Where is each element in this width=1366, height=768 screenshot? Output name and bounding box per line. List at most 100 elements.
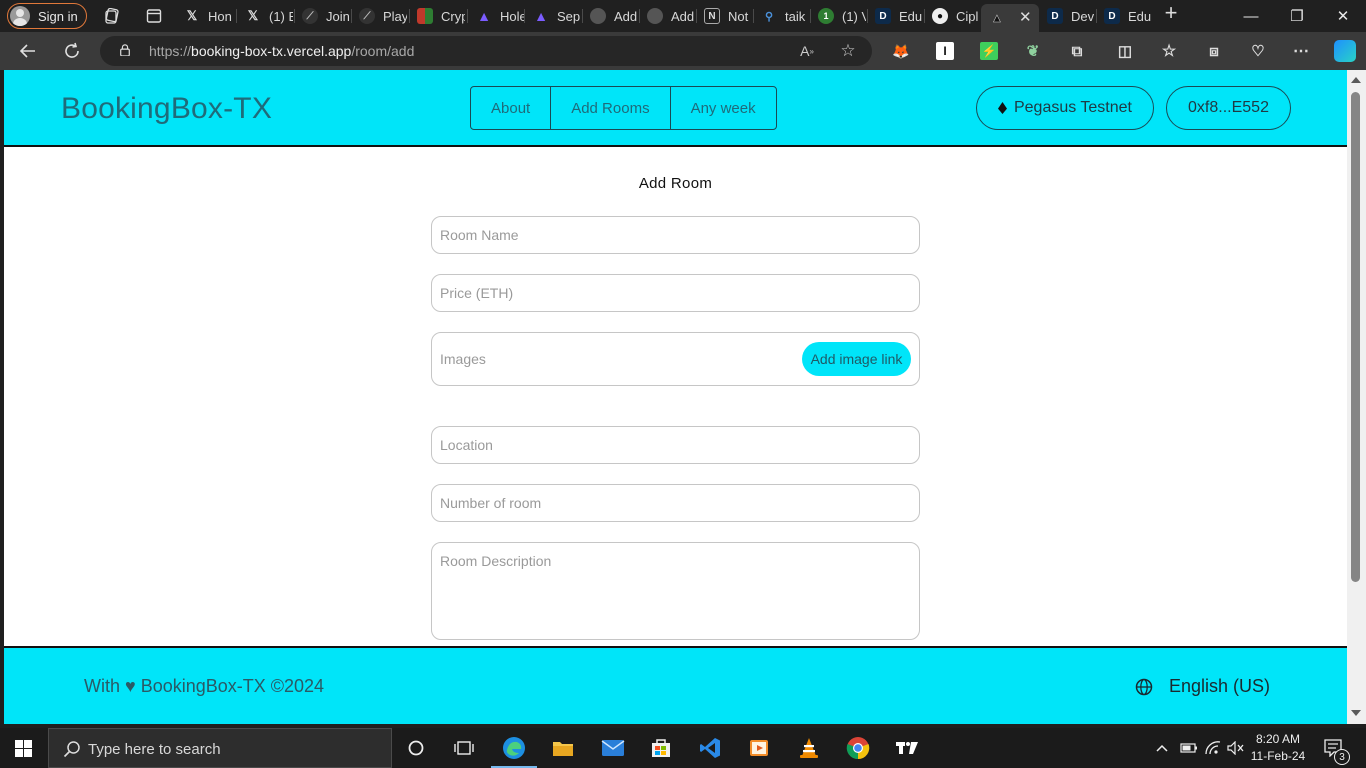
network-button[interactable]: Pegasus Testnet bbox=[976, 86, 1154, 130]
close-window-icon[interactable]: ✕ bbox=[1320, 0, 1366, 32]
room-name-input[interactable] bbox=[440, 217, 911, 253]
globe-icon bbox=[647, 8, 663, 24]
tradingview-icon[interactable] bbox=[893, 734, 921, 762]
tab-item[interactable]: ⟋ Join bbox=[294, 4, 350, 28]
tab-item[interactable]: ▲ Hole bbox=[468, 4, 524, 28]
split-screen-icon[interactable]: ◫ bbox=[1116, 42, 1134, 60]
scroll-up-icon[interactable] bbox=[1351, 77, 1361, 83]
notification-center-icon[interactable]: 3 bbox=[1324, 728, 1350, 768]
taskbar-search[interactable]: Type here to search bbox=[48, 728, 392, 768]
number-of-room-field bbox=[431, 484, 920, 522]
tab-item[interactable]: Add bbox=[582, 4, 638, 28]
favorites-icon[interactable]: ☆ bbox=[1160, 42, 1178, 60]
globe-icon bbox=[590, 8, 606, 24]
tab-item[interactable]: Add bbox=[639, 4, 695, 28]
tab-label: Sep bbox=[557, 8, 581, 24]
d-icon: D bbox=[1104, 8, 1120, 24]
main-nav: About Add Rooms Any week bbox=[470, 86, 777, 130]
nav-add-rooms[interactable]: Add Rooms bbox=[551, 87, 671, 129]
profile-avatar-icon bbox=[10, 6, 30, 26]
show-hidden-icons[interactable] bbox=[1155, 728, 1169, 768]
x-icon: 𝕏 bbox=[186, 8, 198, 23]
d-icon: D bbox=[875, 8, 891, 24]
battery-icon[interactable] bbox=[1180, 728, 1198, 768]
sign-in-label: Sign in bbox=[38, 8, 78, 24]
brand-logo[interactable]: BookingBox-TX bbox=[61, 92, 272, 126]
more-menu-icon[interactable]: ⋯ bbox=[1292, 42, 1310, 60]
extension-i-icon[interactable]: I bbox=[936, 42, 954, 60]
workspaces-icon[interactable] bbox=[103, 7, 121, 25]
github-icon: ● bbox=[932, 8, 948, 24]
media-player-icon[interactable] bbox=[745, 734, 773, 762]
extensions-puzzle-icon[interactable]: ⧉ bbox=[1068, 42, 1086, 60]
images-input[interactable] bbox=[440, 333, 799, 385]
location-input[interactable] bbox=[440, 427, 911, 463]
tab-item[interactable]: ● Cipl bbox=[924, 4, 980, 28]
tab-item[interactable]: ⚲ taik bbox=[753, 4, 809, 28]
taskbar-search-placeholder: Type here to search bbox=[88, 741, 221, 758]
close-tab-icon[interactable]: ✕ bbox=[1019, 8, 1032, 26]
vlc-icon[interactable] bbox=[795, 734, 823, 762]
price-input[interactable] bbox=[440, 275, 911, 311]
clock-date: 11-Feb-24 bbox=[1250, 749, 1306, 763]
nav-any-week[interactable]: Any week bbox=[671, 87, 776, 129]
wallet-label: 0xf8...E552 bbox=[1188, 99, 1269, 116]
collections-icon[interactable]: ⧈ bbox=[1205, 42, 1223, 60]
wifi-icon[interactable] bbox=[1204, 728, 1222, 768]
minimize-icon[interactable]: — bbox=[1228, 0, 1274, 32]
tab-item[interactable]: 𝕏 (1) E bbox=[237, 4, 293, 28]
extension-leaf-icon[interactable]: ❦ bbox=[1024, 42, 1042, 60]
sign-in-button[interactable]: Sign in bbox=[7, 3, 87, 29]
add-image-link-button[interactable]: Add image link bbox=[802, 342, 911, 376]
tab-item[interactable]: D Edu bbox=[1096, 4, 1152, 28]
room-description-input[interactable] bbox=[440, 553, 911, 635]
vscode-icon[interactable] bbox=[696, 734, 724, 762]
browser-essentials-icon[interactable]: ♡ bbox=[1249, 42, 1267, 60]
file-explorer-icon[interactable] bbox=[549, 734, 577, 762]
mail-icon[interactable] bbox=[599, 734, 627, 762]
footer-copyright: With ♥ BookingBox-TX ©2024 bbox=[84, 676, 325, 696]
read-aloud-icon[interactable]: A» bbox=[798, 42, 816, 60]
nav-about[interactable]: About bbox=[471, 87, 552, 129]
tab-item[interactable]: 𝕏 Hon bbox=[176, 4, 236, 28]
form-title: Add Room bbox=[638, 175, 713, 192]
wallet-button[interactable]: 0xf8...E552 bbox=[1166, 86, 1291, 130]
store-icon[interactable] bbox=[647, 734, 675, 762]
favorite-star-icon[interactable]: ☆ bbox=[839, 41, 857, 60]
edge-taskbar-icon[interactable] bbox=[491, 734, 537, 768]
task-view-icon[interactable] bbox=[450, 734, 478, 762]
new-tab-icon[interactable]: + bbox=[1162, 0, 1180, 25]
windows-taskbar: Type here to search 8:20 AM 11-Feb-24 3 bbox=[0, 728, 1366, 768]
tab-item-active[interactable]: ▲ ✕ bbox=[981, 4, 1039, 32]
tab-item[interactable]: 1 (1) V bbox=[810, 4, 866, 28]
tab-item[interactable]: ▲ Sep bbox=[525, 4, 581, 28]
chrome-icon[interactable] bbox=[844, 734, 872, 762]
back-icon[interactable] bbox=[18, 41, 38, 61]
language-selector[interactable]: English (US) bbox=[1135, 676, 1270, 697]
tab-item[interactable]: ⟋ Play bbox=[351, 4, 407, 28]
grid-icon bbox=[417, 8, 433, 24]
tab-item[interactable]: D Dev bbox=[1039, 4, 1095, 28]
scroll-down-icon[interactable] bbox=[1351, 710, 1361, 716]
tab-item[interactable]: Cryp bbox=[409, 4, 465, 28]
cortana-icon[interactable] bbox=[402, 734, 430, 762]
copilot-icon[interactable] bbox=[1334, 40, 1356, 62]
restore-icon[interactable]: ❐ bbox=[1274, 0, 1320, 32]
page-scrollbar[interactable] bbox=[1347, 70, 1366, 724]
metamask-icon[interactable]: 🦊 bbox=[892, 42, 910, 60]
images-field: Add image link bbox=[431, 332, 920, 386]
number-of-room-input[interactable] bbox=[440, 485, 911, 521]
address-bar[interactable]: https://booking-box-tx.vercel.app/room/a… bbox=[100, 36, 872, 66]
tab-item[interactable]: N Not bbox=[696, 4, 752, 28]
search-icon: ⚲ bbox=[764, 10, 774, 23]
scrollbar-thumb[interactable] bbox=[1351, 92, 1360, 582]
tab-label: Cryp bbox=[441, 8, 465, 24]
tab-item[interactable]: D Edu bbox=[867, 4, 923, 28]
taskbar-clock[interactable]: 8:20 AM 11-Feb-24 bbox=[1243, 731, 1313, 765]
notification-count-badge: 3 bbox=[1334, 749, 1350, 765]
tab-label: Hon bbox=[208, 8, 232, 24]
refresh-icon[interactable] bbox=[62, 41, 82, 61]
windows-start-icon[interactable] bbox=[15, 740, 32, 757]
tab-actions-icon[interactable] bbox=[145, 7, 163, 25]
extension-green-icon[interactable]: ⚡ bbox=[980, 42, 998, 60]
